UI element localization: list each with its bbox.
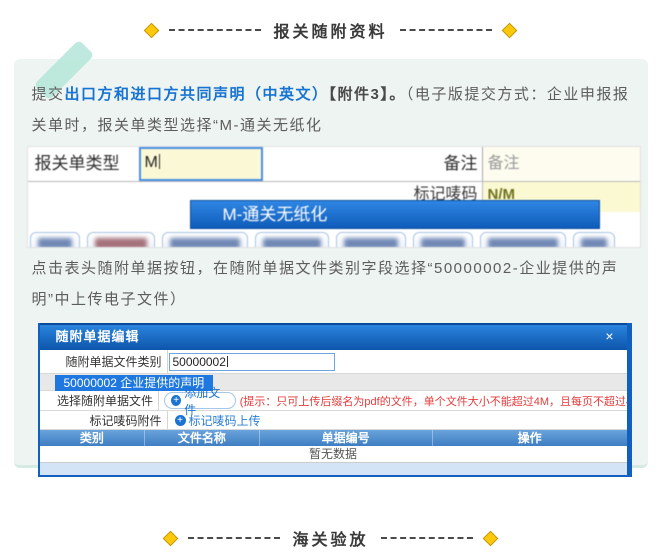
instruction-paragraph: 点击表头随附单据按钮，在随附单据文件类别字段选择“50000002-企业提供的声… <box>32 253 636 315</box>
select-file-label: 选择随附单据文件 <box>40 391 160 410</box>
page-title: 报关随附资料 <box>273 18 387 42</box>
form-toolbar <box>30 232 615 247</box>
blurred-icon <box>170 238 240 247</box>
file-type-input[interactable]: 50000002 <box>169 353 335 371</box>
dialog-title: 随附单据编辑 <box>56 325 140 350</box>
mark-attachment-row: 标记唛码附件 +标记唛码上传 <box>40 411 627 430</box>
file-type-label: 随附单据文件类别 <box>40 350 168 373</box>
content-card: 提交出口方和进口方共同声明（中英文）【附件3】。（电子版提交方式：企业申报报关单… <box>14 59 648 468</box>
diamond-icon <box>144 22 160 38</box>
intro-statement: 出口方和进口方共同声明（中英文） <box>65 86 329 103</box>
intro-prefix: 提交 <box>32 86 65 103</box>
file-type-row: 随附单据文件类别 50000002 <box>40 350 627 374</box>
dropdown-suggestion-row: 50000002 企业提供的声明 <box>40 374 627 391</box>
empty-table-message: 暂无数据 <box>40 446 627 463</box>
column-header-actions: 操作 <box>433 430 627 446</box>
add-file-button[interactable]: +添加文件 <box>164 392 236 409</box>
remark-input[interactable]: 备注 <box>482 147 640 181</box>
intro-attachment: 【附件3】。 <box>329 86 406 103</box>
section-header: 报关随附资料 <box>0 18 661 42</box>
form-spacer <box>263 147 424 181</box>
diamond-icon <box>482 530 498 546</box>
dashed-line <box>169 29 261 31</box>
table-footer-bar <box>40 463 627 475</box>
footer-title: 海关验放 <box>292 526 368 550</box>
toolbar-button[interactable] <box>255 232 329 247</box>
mark-upload-label: 标记唛码上传 <box>189 412 261 429</box>
file-type-value: 50000002 <box>173 355 226 369</box>
blurred-icon <box>488 238 558 247</box>
intro-paragraph: 提交出口方和进口方共同声明（中英文）【附件3】。（电子版提交方式：企业申报报关单… <box>32 59 636 141</box>
mark-attachment-label: 标记唛码附件 <box>40 411 168 429</box>
column-header-category: 类别 <box>40 430 146 446</box>
select-file-row: 选择随附单据文件 +添加文件 (提示：只可上传后缀名为pdf的文件，单个文件大小… <box>40 391 627 411</box>
upload-hint: (提示：只可上传后缀名为pdf的文件，单个文件大小不能超过4M，且每页不超过40… <box>240 393 627 409</box>
documents-table-header: 类别 文件名称 单据编号 操作 <box>40 430 627 446</box>
text-cursor <box>159 154 160 169</box>
diamond-icon <box>163 530 179 546</box>
declaration-form-screenshot: 报关单类型 M 备注 备注 标记唛码 N/M M-通关无纸化 <box>28 147 640 247</box>
toolbar-button[interactable] <box>30 232 80 247</box>
type-input[interactable]: M <box>139 147 263 181</box>
toolbar-button[interactable] <box>573 232 615 247</box>
toolbar-button[interactable] <box>336 232 406 247</box>
column-header-filename: 文件名称 <box>145 430 259 446</box>
remark-field-label: 备注 <box>424 147 478 181</box>
dashed-line <box>381 537 473 539</box>
type-dropdown-option[interactable]: M-通关无纸化 <box>190 200 600 229</box>
dialog-title-bar: 随附单据编辑 × <box>40 323 627 350</box>
dashed-line <box>400 29 492 31</box>
blurred-icon <box>581 238 607 247</box>
plus-circle-icon: + <box>175 415 186 426</box>
mark-upload-link[interactable]: +标记唛码上传 <box>175 412 261 429</box>
blurred-icon <box>95 238 147 247</box>
page: 报关随附资料 提交出口方和进口方共同声明（中英文）【附件3】。（电子版提交方式：… <box>0 0 661 558</box>
toolbar-button[interactable] <box>162 232 248 247</box>
toolbar-button[interactable] <box>480 232 566 247</box>
attached-documents-dialog: 随附单据编辑 × 随附单据文件类别 50000002 50000002 企业提供… <box>38 323 632 477</box>
diamond-icon <box>501 22 517 38</box>
blurred-icon <box>421 238 465 247</box>
toolbar-button[interactable] <box>413 232 473 247</box>
form-row-type: 报关单类型 M 备注 备注 <box>28 147 640 182</box>
column-header-docnumber: 单据编号 <box>260 430 433 446</box>
section-footer: 海关验放 <box>0 526 661 550</box>
dashed-line <box>188 537 280 539</box>
type-field-label: 报关单类型 <box>28 147 139 181</box>
type-input-value: M <box>145 154 158 171</box>
close-icon[interactable]: × <box>605 325 614 350</box>
toolbar-button[interactable] <box>87 232 155 247</box>
text-cursor <box>227 356 228 367</box>
blurred-icon <box>38 238 72 247</box>
blurred-icon <box>263 238 321 247</box>
plus-circle-icon: + <box>171 395 181 406</box>
blurred-icon <box>344 238 398 247</box>
